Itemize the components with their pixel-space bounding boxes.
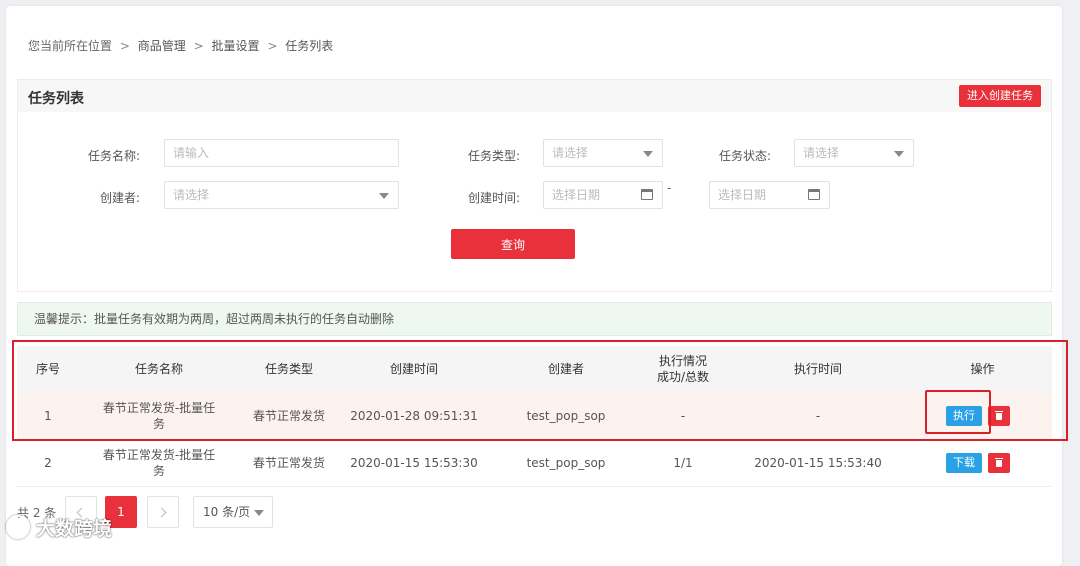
task-status-placeholder: 请选择 — [803, 146, 840, 160]
end-date-placeholder: 选择日期 — [718, 188, 767, 202]
breadcrumb-item-tasklist: 任务列表 — [285, 39, 334, 53]
trash-icon-body — [996, 459, 1002, 467]
breadcrumb-separator: > — [193, 39, 204, 53]
query-button[interactable]: 查询 — [451, 229, 575, 259]
task-status-label: 任务状态: — [718, 149, 771, 163]
breadcrumb-item-goods[interactable]: 商品管理 — [138, 39, 186, 53]
page-size-select[interactable]: 10 条/页 — [193, 496, 273, 528]
breadcrumb: 您当前所在位置 > 商品管理 > 批量设置 > 任务列表 — [28, 37, 333, 54]
breadcrumb-separator: > — [119, 39, 130, 53]
cell-created: 2020-01-15 15:53:30 — [350, 455, 478, 470]
table-row: 2 春节正常发货-批量任务 春节正常发货 2020-01-15 15:53:30… — [17, 439, 1052, 487]
download-button[interactable]: 下载 — [946, 452, 982, 473]
chevron-down-icon — [254, 510, 264, 516]
task-type-label: 任务类型: — [467, 149, 520, 163]
next-page-button[interactable] — [147, 496, 179, 528]
page-size-value: 10 条/页 — [203, 505, 251, 519]
date-range-separator: - — [667, 181, 672, 195]
task-status-select[interactable]: 请选择 — [794, 139, 914, 167]
chevron-down-icon — [379, 193, 389, 199]
breadcrumb-item-batch[interactable]: 批量设置 — [211, 39, 259, 53]
task-type-placeholder: 请选择 — [552, 146, 589, 160]
delete-button[interactable] — [988, 452, 1010, 473]
task-name-label: 任务名称: — [87, 149, 140, 163]
start-date-input[interactable]: 选择日期 — [543, 181, 663, 209]
section-header: 任务列表 进入创建任务 — [17, 79, 1052, 113]
task-name-input[interactable]: 请输入 — [164, 139, 399, 167]
cell-exec-time: 2020-01-15 15:53:40 — [754, 455, 882, 470]
watermark-text: 大数跨境 — [36, 517, 113, 540]
chevron-right-icon — [156, 507, 167, 518]
creator-label: 创建者: — [99, 191, 140, 205]
end-date-input[interactable]: 选择日期 — [709, 181, 830, 209]
create-time-label: 创建时间: — [467, 191, 520, 205]
cell-result: 1/1 — [673, 455, 693, 470]
breadcrumb-prefix: 您当前所在位置 — [28, 39, 113, 53]
watermark-logo-icon — [6, 515, 30, 539]
watermark: 大数跨境 — [6, 510, 112, 544]
create-task-button[interactable]: 进入创建任务 — [959, 85, 1041, 107]
notice-banner: 温馨提示：批量任务有效期为两周，超过两周未执行的任务自动删除 — [17, 302, 1052, 336]
cell-creator: test_pop_sop — [526, 455, 606, 470]
start-date-placeholder: 选择日期 — [552, 188, 601, 202]
chevron-down-icon — [894, 151, 904, 157]
cell-name: 春节正常发货-批量任务 — [102, 447, 216, 478]
calendar-icon — [641, 189, 653, 200]
trash-icon — [995, 457, 1003, 459]
creator-placeholder: 请选择 — [173, 188, 210, 202]
task-type-select[interactable]: 请选择 — [543, 139, 663, 167]
section-title: 任务列表 — [28, 91, 84, 107]
highlight-row-annotation — [12, 340, 1068, 441]
breadcrumb-separator: > — [267, 39, 278, 53]
chevron-down-icon — [643, 151, 653, 157]
highlight-button-annotation — [925, 390, 991, 434]
cell-index: 2 — [44, 455, 52, 470]
calendar-icon — [808, 189, 820, 200]
cell-type: 春节正常发货 — [253, 455, 326, 470]
creator-select[interactable]: 请选择 — [164, 181, 399, 209]
row-actions: 下载 — [946, 439, 1010, 486]
